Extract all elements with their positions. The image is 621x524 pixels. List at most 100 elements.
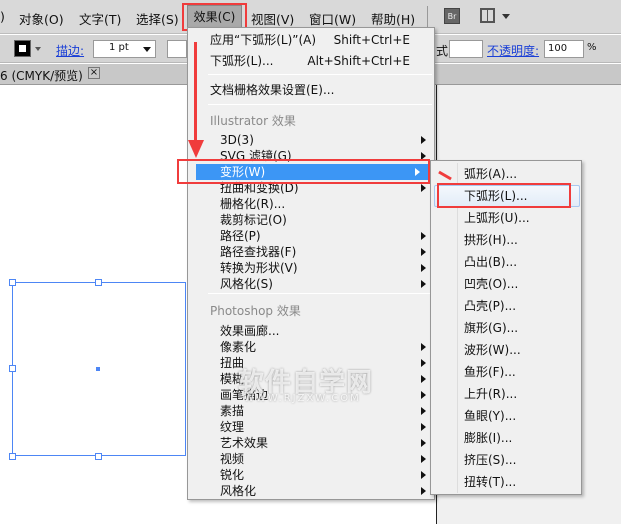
menu-item-label: 扭转(T)... <box>464 475 517 489</box>
menu-item[interactable]: 路径(P) <box>188 228 434 244</box>
style-select[interactable] <box>449 40 483 58</box>
document-tab-title[interactable]: 6 (CMYK/预览) <box>0 67 83 84</box>
menu-item-label: 波形(W)... <box>464 343 521 357</box>
menu-item[interactable]: 视频 <box>188 451 434 467</box>
submenu-item[interactable]: 膨胀(I)... <box>431 427 581 449</box>
menu-item[interactable]: 锐化 <box>188 467 434 483</box>
menu-item[interactable]: 3D(3) <box>188 132 434 148</box>
menu-item[interactable]: 栅格化(R)... <box>188 196 434 212</box>
submenu-item[interactable]: 弧形(A)... <box>431 163 581 185</box>
menu-item-label: 裁剪标记(O) <box>220 213 287 227</box>
menu-item[interactable]: 素描 <box>188 403 434 419</box>
chevron-right-icon <box>421 264 426 272</box>
annotation-arrow-line <box>194 42 197 142</box>
chevron-right-icon <box>421 232 426 240</box>
stroke-weight-value: 1 pt <box>109 42 129 53</box>
chevron-right-icon <box>421 343 426 351</box>
menu-item-label: 上弧形(U)... <box>464 211 530 225</box>
submenu-item[interactable]: 拱形(H)... <box>431 229 581 251</box>
chevron-right-icon <box>421 280 426 288</box>
chevron-right-icon <box>421 391 426 399</box>
menu-item-label: 凹壳(O)... <box>464 277 519 291</box>
chevron-right-icon <box>421 184 426 192</box>
submenu-item[interactable]: 扭转(T)... <box>431 471 581 493</box>
effect-menu: 应用“下弧形(L)”(A) Shift+Ctrl+E 下弧形(L)... Alt+S… <box>187 27 435 500</box>
selection-handle[interactable] <box>95 279 102 286</box>
menu-item-label: 纹理 <box>220 420 245 434</box>
chevron-right-icon <box>421 248 426 256</box>
menu-window[interactable]: 窗口(W) <box>309 9 356 28</box>
workspace-icon[interactable] <box>480 8 495 23</box>
shortcut-label: Shift+Ctrl+E <box>333 33 410 47</box>
chevron-down-icon[interactable] <box>502 14 510 19</box>
menu-item[interactable]: 路径查找器(F) <box>188 244 434 260</box>
submenu-item[interactable]: 凸壳(P)... <box>431 295 581 317</box>
menu-item-label: 应用“下弧形(L)”(A) <box>210 33 317 47</box>
section-header-photoshop: Photoshop 效果 <box>210 304 301 318</box>
submenu-item[interactable]: 波形(W)... <box>431 339 581 361</box>
menu-item[interactable]: 纹理 <box>188 419 434 435</box>
selection-handle[interactable] <box>9 279 16 286</box>
annotation-box-arc-lower <box>437 183 571 208</box>
menu-item-label: 旗形(G)... <box>464 321 519 335</box>
submenu-item[interactable]: 鱼形(F)... <box>431 361 581 383</box>
menu-item-label: 下弧形(L)... <box>210 54 274 68</box>
brush-select[interactable] <box>167 40 187 58</box>
menu-item[interactable]: 风格化(S) <box>188 276 434 292</box>
stroke-weight-input[interactable]: 1 pt <box>93 40 156 58</box>
stroke-label[interactable]: 描边: <box>56 42 84 59</box>
menu-item-document-raster[interactable]: 文档栅格效果设置(E)... <box>188 82 434 98</box>
menu-partial[interactable]: ) <box>0 9 5 24</box>
shortcut-label: Alt+Shift+Ctrl+E <box>307 54 410 68</box>
stroke-swatch[interactable] <box>14 40 31 57</box>
menu-item-label: 路径(P) <box>220 229 261 243</box>
menu-item-apply-last[interactable]: 应用“下弧形(L)”(A) Shift+Ctrl+E <box>188 32 434 48</box>
menu-type[interactable]: 文字(T) <box>79 9 121 28</box>
watermark-url: WWW.RJZXW.COM <box>244 393 361 404</box>
warp-submenu: 弧形(A)... 下弧形(L)... 上弧形(U)... 拱形(H)... 凸出(B).… <box>430 160 582 495</box>
submenu-item[interactable]: 挤压(S)... <box>431 449 581 471</box>
menu-item-label: 风格化(S) <box>220 277 273 291</box>
menu-item-label: 挤压(S)... <box>464 453 517 467</box>
menu-item-label: 弧形(A)... <box>464 167 518 181</box>
chevron-down-icon[interactable] <box>35 47 41 51</box>
opacity-label[interactable]: 不透明度: <box>487 42 539 59</box>
menu-item-last-effect[interactable]: 下弧形(L)... Alt+Shift+Ctrl+E <box>188 53 434 69</box>
separator <box>208 293 432 294</box>
menu-item-label: 视频 <box>220 452 245 466</box>
menu-item-label: 像素化 <box>220 340 257 354</box>
submenu-item[interactable]: 鱼眼(Y)... <box>431 405 581 427</box>
bridge-icon[interactable]: Br <box>444 8 460 24</box>
menu-item[interactable]: 效果画廊... <box>188 323 434 339</box>
menu-item-label: 拱形(H)... <box>464 233 518 247</box>
annotation-box-warp <box>177 159 430 184</box>
submenu-item[interactable]: 上弧形(U)... <box>431 207 581 229</box>
menu-item[interactable]: 转换为形状(V) <box>188 260 434 276</box>
chevron-right-icon <box>421 375 426 383</box>
submenu-item[interactable]: 上升(R)... <box>431 383 581 405</box>
selection-handle[interactable] <box>9 365 16 372</box>
menu-view[interactable]: 视图(V) <box>251 9 294 28</box>
opacity-input[interactable]: 100 <box>544 40 584 58</box>
menu-help[interactable]: 帮助(H) <box>371 9 415 28</box>
menu-item[interactable]: 裁剪标记(O) <box>188 212 434 228</box>
divider <box>427 6 428 28</box>
menu-item-label: 风格化 <box>220 484 257 498</box>
submenu-item[interactable]: 旗形(G)... <box>431 317 581 339</box>
menu-item-label: 素描 <box>220 404 245 418</box>
menu-item-label: 效果画廊... <box>220 324 280 338</box>
chevron-right-icon <box>421 359 426 367</box>
menu-item[interactable]: 艺术效果 <box>188 435 434 451</box>
selection-handle[interactable] <box>9 453 16 460</box>
chevron-down-icon[interactable] <box>143 47 151 52</box>
close-icon[interactable]: × <box>88 67 100 79</box>
selection-handle[interactable] <box>95 453 102 460</box>
submenu-item[interactable]: 凹壳(O)... <box>431 273 581 295</box>
menu-select[interactable]: 选择(S) <box>136 9 179 28</box>
chevron-right-icon <box>421 423 426 431</box>
menu-item-label: 路径查找器(F) <box>220 245 297 259</box>
menu-item[interactable]: 风格化 <box>188 483 434 499</box>
menu-object[interactable]: 对象(O) <box>19 9 64 28</box>
submenu-item[interactable]: 凸出(B)... <box>431 251 581 273</box>
menu-item[interactable]: 像素化 <box>188 339 434 355</box>
